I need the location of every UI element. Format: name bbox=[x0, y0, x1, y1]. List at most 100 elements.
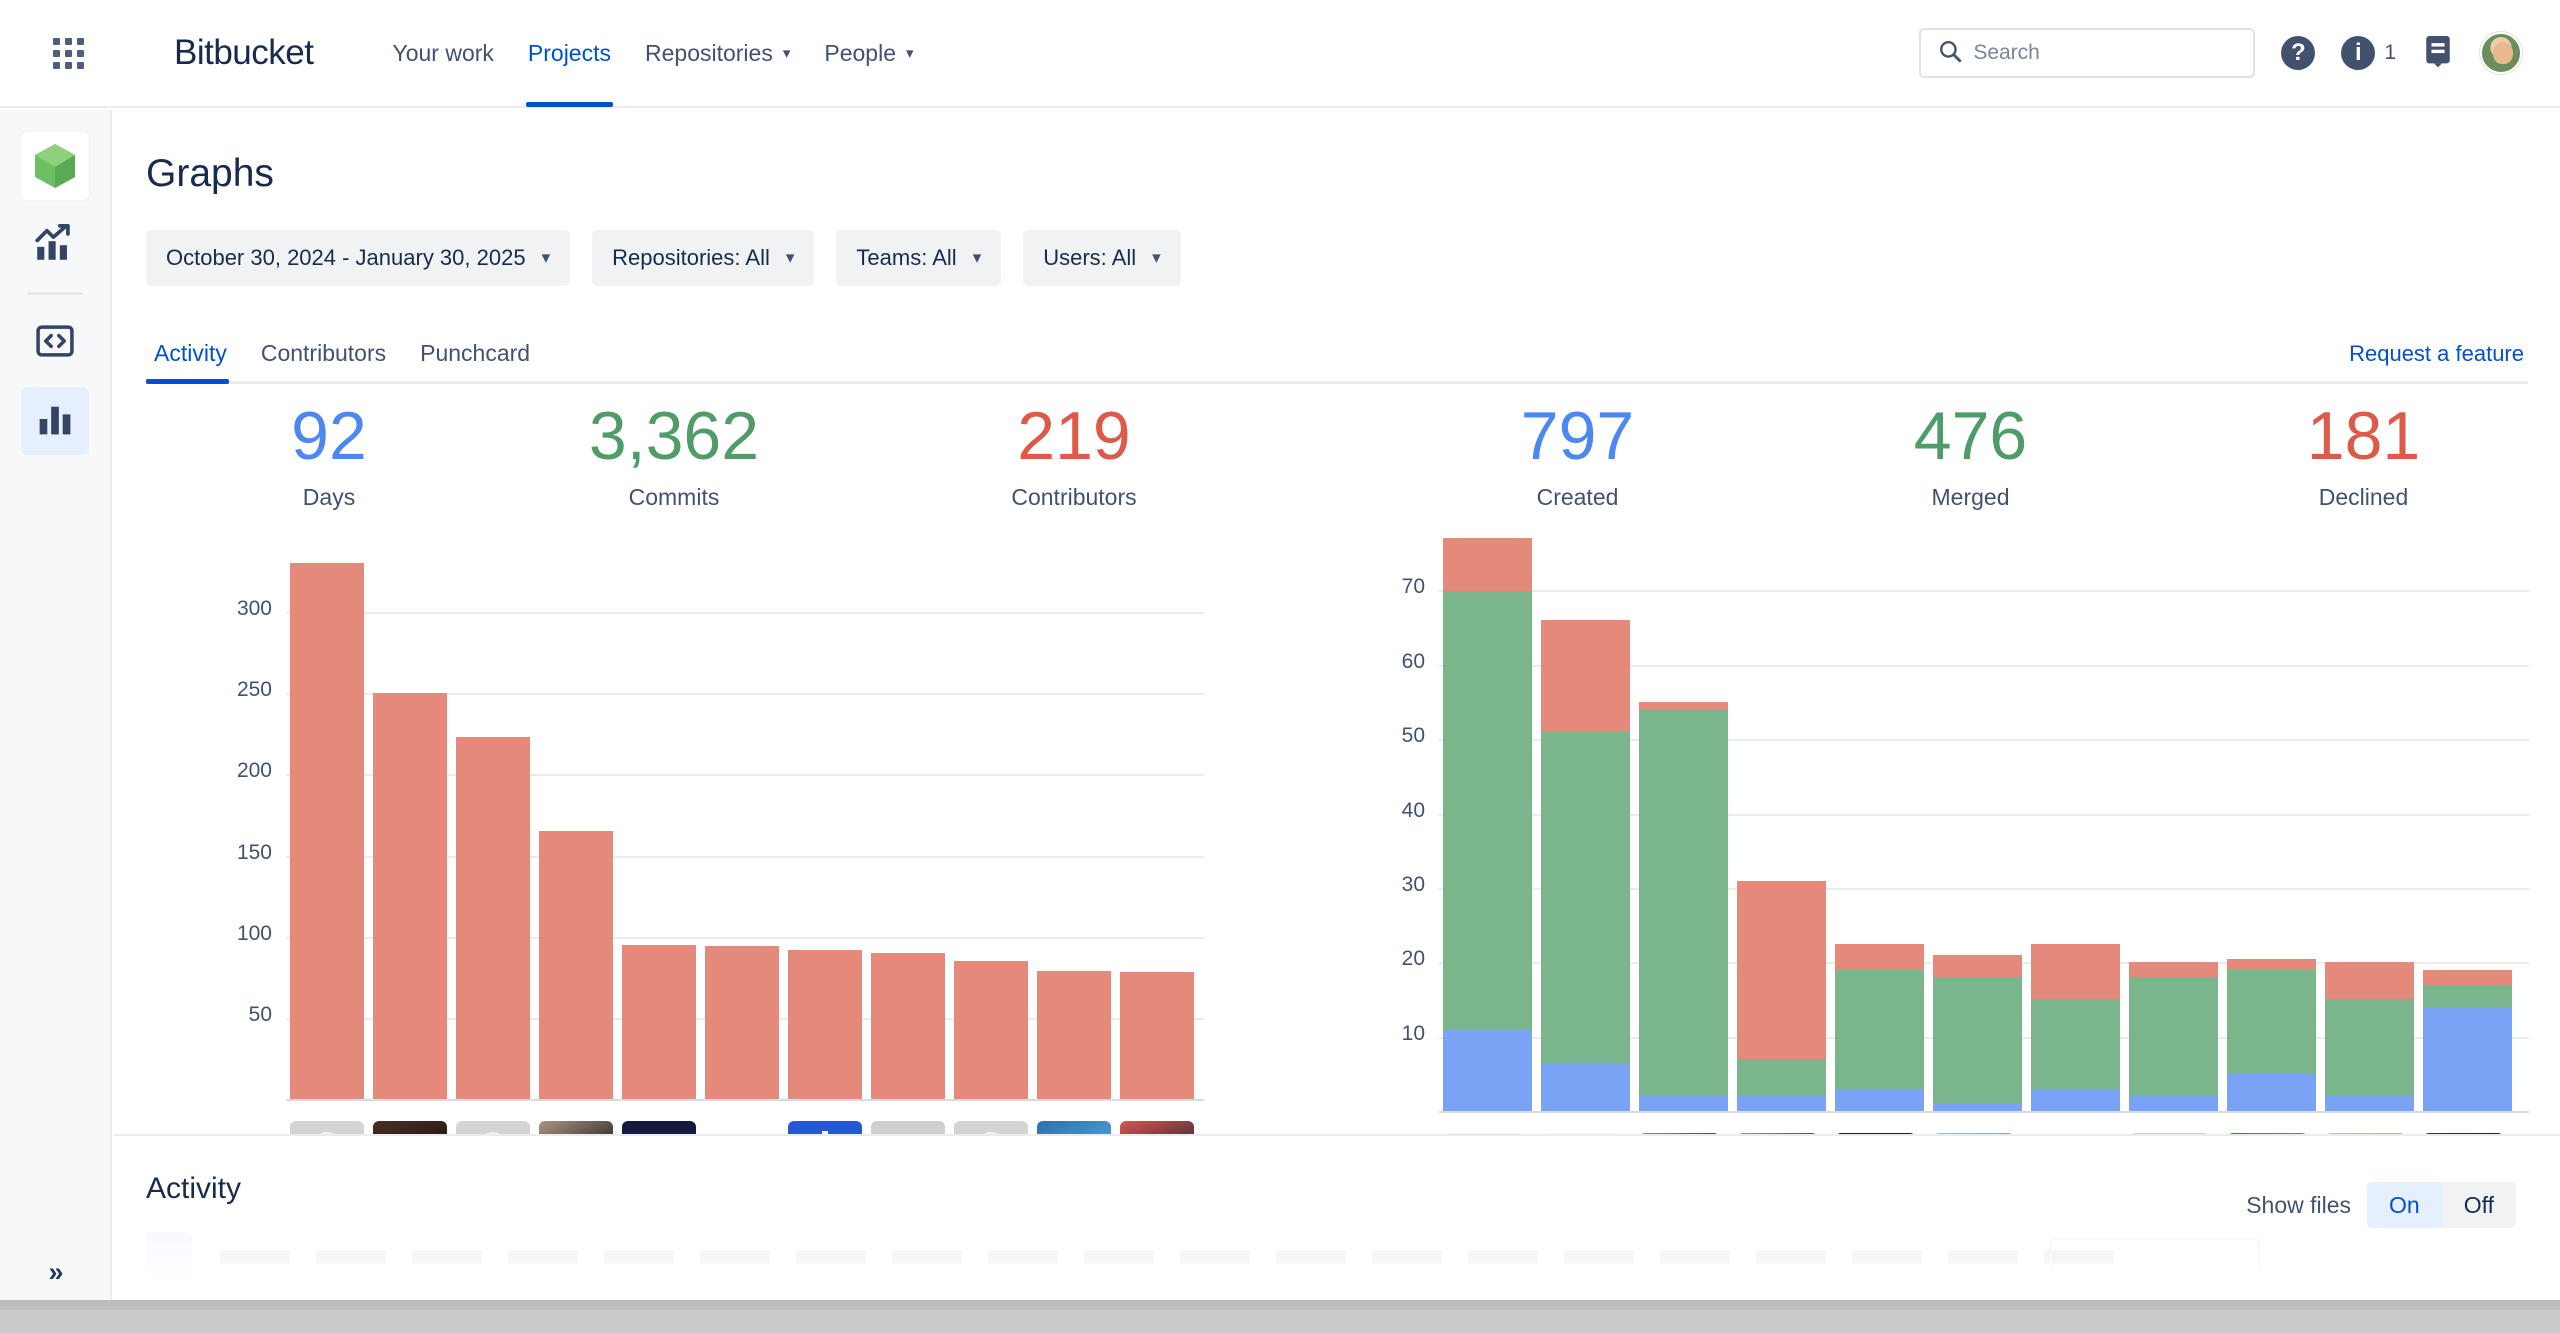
y-tick-label: 300 bbox=[186, 597, 272, 621]
activity-action-button-preview bbox=[2050, 1238, 2260, 1282]
tab-punchcard[interactable]: Punchcard bbox=[408, 340, 542, 381]
date-range-filter[interactable]: October 30, 2024 - January 30, 2025 ▾ bbox=[146, 230, 570, 286]
bitbucket-home-link[interactable]: Bitbucket bbox=[120, 33, 313, 73]
pull-requests-stats: 797 Created 476 Merged 181 Declined bbox=[1381, 402, 2560, 511]
bar-segment-commits bbox=[871, 953, 945, 1099]
table-row[interactable] bbox=[1737, 531, 1826, 1111]
table-row[interactable] bbox=[539, 539, 613, 1099]
table-row[interactable] bbox=[1443, 531, 1532, 1111]
stat-label: Merged bbox=[1774, 484, 2167, 511]
y-tick-label: 10 bbox=[1339, 1022, 1425, 1046]
stat-value: 797 bbox=[1381, 402, 1774, 470]
stat-label: Declined bbox=[2167, 484, 2560, 511]
users-filter[interactable]: Users: All ▾ bbox=[1023, 230, 1180, 286]
filter-bar: October 30, 2024 - January 30, 2025 ▾ Re… bbox=[146, 230, 2560, 286]
stat-value: 92 bbox=[184, 402, 474, 470]
commits-bars bbox=[290, 539, 1203, 1099]
table-row[interactable] bbox=[1639, 531, 1728, 1111]
search-box[interactable] bbox=[1919, 28, 2255, 78]
y-tick-label: 50 bbox=[186, 1003, 272, 1027]
table-row[interactable] bbox=[2423, 531, 2512, 1111]
repositories-filter[interactable]: Repositories: All ▾ bbox=[592, 230, 814, 286]
sidebar-item-repositories[interactable] bbox=[21, 309, 89, 377]
teams-filter[interactable]: Teams: All ▾ bbox=[836, 230, 1001, 286]
table-row[interactable] bbox=[788, 539, 862, 1099]
pull-requests-bar-chart: PULL REQUESTS 10203040506070 bbox=[1381, 511, 2560, 1151]
bar-segment-merged bbox=[2129, 977, 2218, 1096]
y-tick-label: 250 bbox=[186, 678, 272, 702]
bar-segment-merged bbox=[1933, 977, 2022, 1103]
nav-item-repositories[interactable]: Repositories ▾ bbox=[628, 0, 807, 107]
table-row[interactable] bbox=[622, 539, 696, 1099]
sidebar-divider bbox=[27, 292, 83, 295]
table-row[interactable] bbox=[2227, 531, 2316, 1111]
table-row[interactable] bbox=[705, 539, 779, 1099]
help-circle-icon: ? bbox=[2281, 36, 2315, 70]
filter-label: Teams: All bbox=[856, 245, 956, 271]
expand-sidebar-button[interactable]: » bbox=[0, 1234, 112, 1310]
table-row[interactable] bbox=[1933, 531, 2022, 1111]
nav-item-projects[interactable]: Projects bbox=[511, 0, 628, 107]
sidebar-item-graphs[interactable] bbox=[21, 387, 89, 455]
search-input[interactable] bbox=[1973, 41, 2241, 65]
table-row[interactable] bbox=[2031, 531, 2120, 1111]
code-brackets-icon bbox=[35, 321, 75, 366]
chevron-down-icon: ▾ bbox=[786, 248, 795, 268]
show-files-off-button[interactable]: Off bbox=[2442, 1182, 2516, 1228]
avatar[interactable] bbox=[2480, 32, 2522, 74]
table-row[interactable] bbox=[456, 539, 530, 1099]
table-row[interactable] bbox=[1120, 539, 1194, 1099]
pull-requests-bars bbox=[1443, 531, 2521, 1111]
stat-value: 181 bbox=[2167, 402, 2560, 470]
nav-label: People bbox=[824, 40, 896, 67]
app-switcher-icon[interactable] bbox=[40, 25, 96, 81]
info-button[interactable]: i 1 bbox=[2341, 36, 2396, 70]
stat-days: 92 Days bbox=[184, 402, 474, 511]
bar-segment-commits bbox=[622, 945, 696, 1099]
sidebar-item-overview[interactable] bbox=[21, 210, 89, 278]
tab-contributors[interactable]: Contributors bbox=[249, 340, 398, 381]
request-a-feature-link[interactable]: Request a feature bbox=[2349, 341, 2524, 367]
table-row[interactable] bbox=[2129, 531, 2218, 1111]
feedback-button[interactable] bbox=[2422, 34, 2454, 73]
table-row[interactable] bbox=[1835, 531, 1924, 1111]
bar-segment-declined bbox=[2129, 962, 2218, 977]
bar-segment-open bbox=[2227, 1074, 2316, 1111]
x-axis-line bbox=[1439, 1111, 2529, 1113]
filter-label: Repositories: All bbox=[612, 245, 770, 271]
table-row[interactable] bbox=[373, 539, 447, 1099]
chevron-down-icon: ▾ bbox=[783, 44, 791, 62]
table-row[interactable] bbox=[954, 539, 1028, 1099]
bar-segment-commits bbox=[373, 693, 447, 1099]
section-divider bbox=[114, 1134, 2560, 1136]
bar-segment-merged bbox=[1541, 732, 1630, 1063]
chevron-down-icon: ▾ bbox=[542, 248, 551, 268]
show-files-label: Show files bbox=[2246, 1192, 2351, 1219]
tab-activity[interactable]: Activity bbox=[146, 340, 239, 381]
nav-label: Repositories bbox=[645, 40, 773, 67]
project-hex-logo-icon bbox=[33, 142, 77, 190]
table-row[interactable] bbox=[871, 539, 945, 1099]
stat-merged: 476 Merged bbox=[1774, 402, 2167, 511]
nav-label: Your work bbox=[392, 40, 493, 67]
bar-segment-declined bbox=[1933, 955, 2022, 977]
nav-item-people[interactable]: People ▾ bbox=[807, 0, 930, 107]
bar-segment-merged bbox=[2031, 999, 2120, 1088]
commits-chart-panel: 92 Days 3,362 Commits 219 Contributors C… bbox=[114, 402, 1381, 1151]
chevron-down-icon: ▾ bbox=[906, 44, 914, 62]
table-row[interactable] bbox=[1037, 539, 1111, 1099]
table-row[interactable] bbox=[1541, 531, 1630, 1111]
tab-label: Punchcard bbox=[420, 340, 530, 366]
chevron-double-right-icon: » bbox=[48, 1257, 63, 1288]
help-button[interactable]: ? bbox=[2281, 36, 2315, 70]
table-row[interactable] bbox=[290, 539, 364, 1099]
activity-avatar bbox=[146, 1232, 192, 1278]
nav-item-your-work[interactable]: Your work bbox=[375, 0, 510, 107]
chevron-down-icon: ▾ bbox=[1152, 248, 1161, 268]
table-row[interactable] bbox=[2325, 531, 2414, 1111]
y-tick-label: 40 bbox=[1339, 799, 1425, 823]
show-files-on-button[interactable]: On bbox=[2367, 1182, 2442, 1228]
sidebar-item-project-logo[interactable] bbox=[21, 132, 89, 200]
page-title: Graphs bbox=[146, 152, 2560, 196]
bar-segment-declined bbox=[1443, 538, 1532, 590]
